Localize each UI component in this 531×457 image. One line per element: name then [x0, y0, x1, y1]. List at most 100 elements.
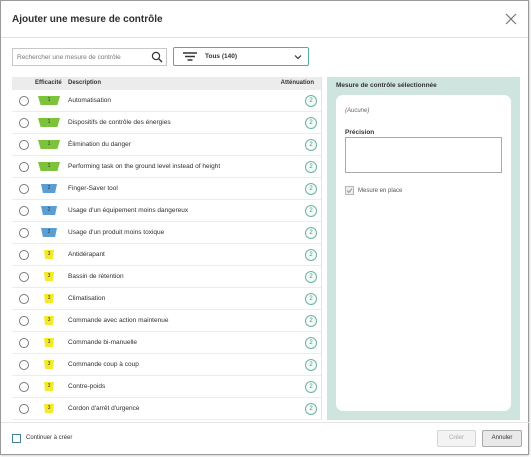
selected-measure-card: (Aucune) Précision Mesure en place [336, 95, 511, 411]
mitigation-badge: 2 [305, 183, 317, 195]
row-radio[interactable] [19, 118, 29, 128]
row-description: Climatisation [68, 295, 106, 302]
filter-icon [183, 51, 197, 61]
row-description: Contre-poids [68, 383, 106, 390]
table-row[interactable]: 3 Commande avec action maintenue 2 [12, 310, 321, 332]
filter-selected-label: Tous (140) [205, 53, 238, 60]
search-field[interactable] [12, 48, 167, 66]
table-row[interactable]: 1 Performing task on the ground level ins… [12, 156, 321, 178]
table-row[interactable]: 3 Commande coup à coup 2 [12, 354, 321, 376]
effectiveness-badge: 3 [44, 338, 54, 347]
effectiveness-badge: 3 [44, 404, 54, 413]
row-radio[interactable] [19, 206, 29, 216]
dialog-title: Ajouter une mesure de contrôle [12, 13, 163, 25]
close-icon [505, 13, 517, 25]
precision-label: Précision [345, 129, 375, 136]
table-row[interactable]: 1 Automatisation 2 [12, 90, 321, 112]
measure-in-place-label: Mesure en place [358, 187, 403, 194]
row-radio[interactable] [19, 96, 29, 106]
effectiveness-badge: 1 [38, 140, 60, 149]
mitigation-badge: 2 [305, 117, 317, 129]
row-radio[interactable] [19, 272, 29, 282]
row-radio[interactable] [19, 140, 29, 150]
table-row[interactable]: 2 Usage d'un équipement moins dangereux 2 [12, 200, 321, 222]
cancel-button[interactable]: Annuler [482, 430, 522, 447]
row-description: Automatisation [68, 97, 111, 104]
table-row[interactable]: 2 Finger-Saver tool 2 [12, 178, 321, 200]
effectiveness-badge: 3 [44, 250, 54, 259]
mitigation-badge: 2 [305, 337, 317, 349]
selected-measure-panel: Mesure de contrôle sélectionnée (Aucune)… [327, 77, 520, 420]
mitigation-badge: 2 [305, 359, 317, 371]
effectiveness-badge: 1 [38, 96, 60, 105]
mitigation-badge: 2 [305, 403, 317, 415]
close-button[interactable] [504, 12, 518, 26]
mitigation-badge: 2 [305, 315, 317, 327]
row-radio[interactable] [19, 228, 29, 238]
effectiveness-badge: 1 [38, 118, 60, 127]
effectiveness-badge: 2 [41, 184, 57, 193]
header-description[interactable]: Description [68, 80, 101, 86]
row-radio[interactable] [19, 162, 29, 172]
search-icon[interactable] [151, 51, 163, 63]
table-row[interactable]: 3 Bassin de rétention 2 [12, 266, 321, 288]
row-description: Commande coup à coup [68, 361, 139, 368]
effectiveness-badge: 2 [41, 206, 57, 215]
mitigation-badge: 2 [305, 161, 317, 173]
table-row[interactable]: 3 Climatisation 2 [12, 288, 321, 310]
continue-creating-checkbox[interactable] [12, 434, 21, 443]
row-radio[interactable] [19, 360, 29, 370]
mitigation-badge: 2 [305, 95, 317, 107]
search-input[interactable] [13, 53, 145, 61]
effectiveness-badge: 3 [44, 294, 54, 303]
table-row[interactable]: 2 Usage d'un produit moins toxique 2 [12, 222, 321, 244]
row-description: Usage d'un équipement moins dangereux [68, 207, 189, 214]
effectiveness-badge: 3 [44, 316, 54, 325]
chevron-down-icon [294, 55, 302, 60]
row-description: Dispositifs de contrôle des énergies [68, 119, 171, 126]
row-radio[interactable] [19, 294, 29, 304]
table-row[interactable]: 1 Dispositifs de contrôle des énergies 2 [12, 112, 321, 134]
row-description: Performing task on the ground level inst… [68, 163, 221, 170]
row-description: Finger-Saver tool [68, 185, 118, 192]
table-row[interactable]: 3 Commande bi-manuelle 2 [12, 332, 321, 354]
control-measure-list: Efficacité Description Atténuation 1 Auto… [12, 77, 322, 420]
row-description: Élimination du danger [68, 141, 131, 148]
measure-in-place-row: Mesure en place [345, 186, 402, 195]
mitigation-badge: 2 [305, 227, 317, 239]
mitigation-badge: 2 [305, 381, 317, 393]
dialog-header: Ajouter une mesure de contrôle [1, 1, 528, 38]
effectiveness-badge: 1 [38, 162, 60, 171]
effectiveness-badge: 3 [44, 272, 54, 281]
row-radio[interactable] [19, 338, 29, 348]
row-radio[interactable] [19, 316, 29, 326]
row-radio[interactable] [19, 184, 29, 194]
table-row[interactable]: 3 Cordon d'arrêt d'urgence 2 [12, 398, 321, 420]
mitigation-badge: 2 [305, 139, 317, 151]
row-description: Antidérapant [68, 251, 105, 258]
table-row[interactable]: 3 Antidérapant 2 [12, 244, 321, 266]
effectiveness-badge: 3 [44, 360, 54, 369]
row-radio[interactable] [19, 250, 29, 260]
table-row[interactable]: 3 Contre-poids 2 [12, 376, 321, 398]
selected-measure-none: (Aucune) [345, 108, 370, 114]
header-mitigation[interactable]: Atténuation [281, 80, 314, 86]
mitigation-badge: 2 [305, 249, 317, 261]
add-control-measure-dialog: Ajouter une mesure de contrôle Tous (140… [0, 0, 530, 455]
dialog-footer: Continuer à créer Créer Annuler [1, 422, 530, 455]
row-radio[interactable] [19, 382, 29, 392]
check-icon [346, 188, 353, 194]
header-effectiveness[interactable]: Efficacité [35, 80, 62, 86]
row-description: Usage d'un produit moins toxique [68, 229, 165, 236]
table-row[interactable]: 1 Élimination du danger 2 [12, 134, 321, 156]
precision-textarea[interactable] [345, 137, 502, 173]
row-radio[interactable] [19, 404, 29, 414]
row-description: Commande bi-manuelle [68, 339, 138, 346]
row-description: Commande avec action maintenue [68, 317, 169, 324]
selected-panel-title: Mesure de contrôle sélectionnée [336, 82, 437, 89]
effectiveness-badge: 2 [41, 228, 57, 237]
create-button[interactable]: Créer [437, 430, 476, 447]
mitigation-badge: 2 [305, 293, 317, 305]
filter-dropdown[interactable]: Tous (140) [173, 47, 309, 66]
list-header: Efficacité Description Atténuation [12, 77, 321, 90]
